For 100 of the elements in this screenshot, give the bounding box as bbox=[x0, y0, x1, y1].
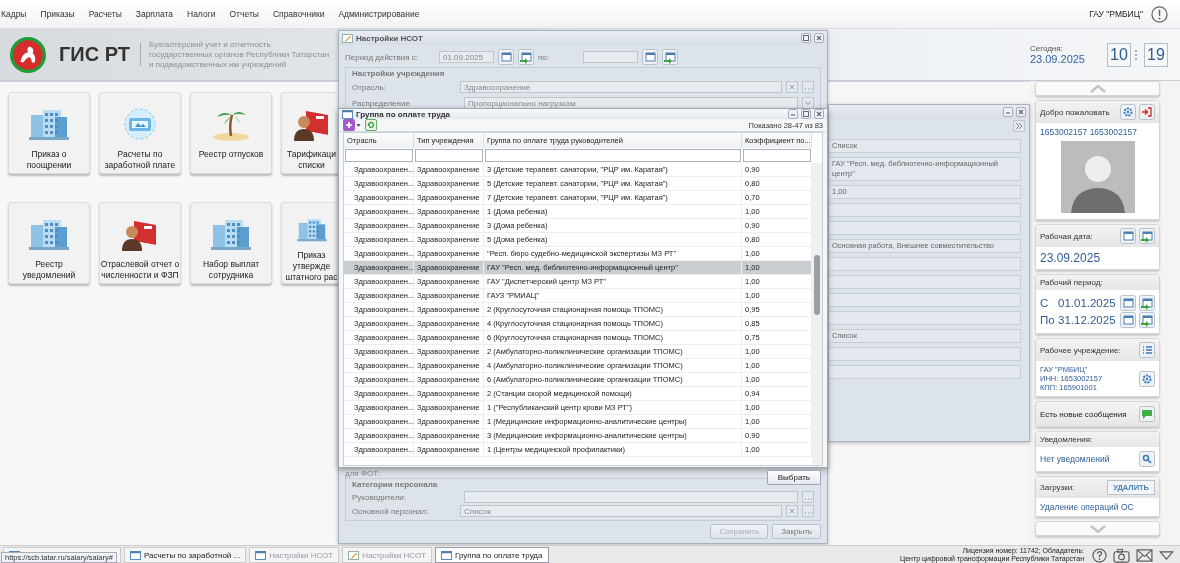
download-item: Удаление операций ОС bbox=[1040, 502, 1134, 512]
menu-tile[interactable]: Реестр уведомлений bbox=[8, 202, 90, 284]
calendar-arrow-icon[interactable] bbox=[518, 49, 534, 65]
menu-tile[interactable]: Тарификаци списки bbox=[281, 92, 341, 174]
taskbar-window-button[interactable]: Расчеты по заработной ... bbox=[124, 547, 247, 563]
fot-label: для ФОТ: bbox=[344, 469, 382, 478]
menu-tile[interactable]: Расчеты по заработной плате bbox=[99, 92, 181, 174]
calendar-icon[interactable] bbox=[1120, 295, 1136, 311]
close-icon[interactable] bbox=[814, 109, 824, 119]
field-label: Основной персонал: bbox=[352, 506, 430, 516]
buildings-icon bbox=[29, 217, 69, 251]
more-icon[interactable] bbox=[802, 505, 814, 517]
dropdown-triangle-icon[interactable] bbox=[1159, 550, 1174, 560]
input-field[interactable] bbox=[829, 311, 1021, 325]
calendar-icon[interactable] bbox=[642, 49, 658, 65]
settings-icon[interactable] bbox=[1139, 370, 1155, 387]
clear-icon[interactable] bbox=[786, 81, 798, 93]
input-field[interactable] bbox=[464, 491, 798, 503]
menu-tile[interactable]: Набор выплат сотрудника bbox=[190, 202, 272, 284]
scrollbar[interactable] bbox=[812, 163, 822, 465]
calendar-arrow-icon[interactable] bbox=[1139, 228, 1155, 244]
minimize-icon[interactable] bbox=[1003, 107, 1013, 117]
date-field[interactable] bbox=[583, 51, 638, 63]
downloads-title: Загрузки: bbox=[1040, 483, 1075, 492]
filter-field[interactable] bbox=[485, 149, 741, 162]
today-date: Сегодня: 23.09.2025 bbox=[1029, 44, 1085, 65]
organization-name: ГАУ "РМБИЦ" bbox=[1089, 9, 1143, 19]
input-field[interactable] bbox=[829, 365, 1021, 379]
input-field[interactable] bbox=[829, 203, 1021, 217]
filter-field[interactable] bbox=[743, 149, 811, 162]
menu-item[interactable]: Кадры bbox=[1, 9, 27, 19]
menu-tile[interactable]: Приказ о поощрении bbox=[8, 92, 90, 174]
field-label: Распределение bbox=[352, 98, 411, 108]
minimize-icon[interactable] bbox=[788, 109, 798, 119]
input-field[interactable] bbox=[829, 293, 1021, 307]
help-icon[interactable] bbox=[1092, 547, 1107, 563]
menu-tile[interactable]: Отраслевой отчет о численности и ФЗП bbox=[99, 202, 181, 284]
period-label: Период действия с: bbox=[345, 52, 420, 62]
input-field[interactable] bbox=[829, 221, 1021, 235]
window-button[interactable]: Закрыть bbox=[772, 524, 821, 539]
menu-item[interactable]: Налоги bbox=[187, 9, 216, 19]
menu-item[interactable]: Отчеты bbox=[229, 9, 259, 19]
menu-item[interactable]: Справочники bbox=[272, 9, 325, 19]
app-subtitle: Бухгалтерский учет и отчетность государственных органов Республики Татарстан и подведомственных им учреждений bbox=[149, 39, 330, 70]
filter-field[interactable] bbox=[415, 149, 483, 162]
taskbar-window-button[interactable]: Группа по оплате труда bbox=[435, 547, 549, 563]
input-field[interactable] bbox=[829, 275, 1021, 289]
clock-hours: 10 bbox=[1107, 42, 1131, 67]
filter-field[interactable] bbox=[345, 149, 413, 162]
calendar-arrow-icon[interactable] bbox=[662, 49, 678, 65]
camera-icon[interactable] bbox=[1113, 547, 1130, 563]
field-label: Руководители: bbox=[352, 492, 408, 502]
menu-item[interactable]: Приказы bbox=[40, 9, 75, 19]
maximize-icon[interactable] bbox=[801, 33, 811, 43]
notifications-title: Уведомления: bbox=[1040, 435, 1093, 444]
period-prefix: По bbox=[1040, 314, 1055, 326]
menu-item[interactable]: Расчеты bbox=[88, 9, 122, 19]
calendar-icon[interactable] bbox=[1120, 312, 1136, 328]
settings-icon[interactable] bbox=[1120, 104, 1136, 120]
maximize-icon[interactable] bbox=[801, 109, 811, 119]
alert-icon[interactable] bbox=[1151, 5, 1168, 23]
window-icon bbox=[130, 550, 141, 560]
chat-icon[interactable] bbox=[1139, 406, 1155, 422]
clock-minutes: 19 bbox=[1144, 42, 1168, 67]
mail-icon[interactable] bbox=[1136, 548, 1153, 562]
buildings-icon bbox=[29, 107, 69, 141]
close-icon[interactable] bbox=[1016, 107, 1026, 117]
field-label: Отрасль: bbox=[352, 82, 387, 92]
input-field[interactable] bbox=[829, 347, 1021, 361]
refresh-icon[interactable] bbox=[365, 119, 377, 131]
calendar-arrow-icon[interactable] bbox=[1139, 312, 1155, 328]
logout-icon[interactable] bbox=[1139, 104, 1155, 120]
input-field[interactable] bbox=[829, 257, 1021, 271]
chevron-up-icon[interactable] bbox=[1089, 84, 1106, 93]
more-icon[interactable] bbox=[802, 81, 814, 93]
list-icon[interactable] bbox=[1139, 342, 1155, 358]
add-menu-icon[interactable] bbox=[343, 119, 361, 131]
expand-icon[interactable] bbox=[1013, 120, 1025, 132]
menu-tile[interactable]: Реестр отпусков bbox=[190, 92, 272, 174]
search-icon[interactable] bbox=[1139, 451, 1155, 467]
edit-icon bbox=[342, 33, 353, 43]
emblem-logo-icon bbox=[9, 35, 47, 74]
calendar-icon[interactable] bbox=[498, 49, 514, 65]
window-icon bbox=[441, 550, 453, 560]
menu-item[interactable]: Администрирование bbox=[338, 9, 420, 19]
menu-item[interactable]: Зарплата bbox=[135, 9, 173, 19]
app-title: ГИС РТ bbox=[59, 43, 141, 66]
close-icon[interactable] bbox=[814, 33, 824, 43]
calendar-icon[interactable] bbox=[1120, 228, 1136, 244]
more-icon[interactable] bbox=[802, 491, 814, 503]
period-date: 01.01.2025 bbox=[1058, 297, 1117, 309]
window-icon bbox=[255, 550, 267, 560]
clear-icon[interactable] bbox=[786, 505, 798, 517]
calendar-arrow-icon[interactable] bbox=[1139, 295, 1155, 311]
notifications-text: Нет уведомлений bbox=[1040, 454, 1110, 464]
chevron-down-icon[interactable] bbox=[1089, 524, 1106, 533]
section-legend: Настройки учреждения bbox=[346, 68, 820, 79]
dialog-title: Группа по оплате труда bbox=[356, 109, 452, 119]
menu-tile[interactable]: Приказ утвержде штатного рас bbox=[281, 202, 341, 284]
window-title: Настройки НСОТ bbox=[356, 33, 424, 43]
